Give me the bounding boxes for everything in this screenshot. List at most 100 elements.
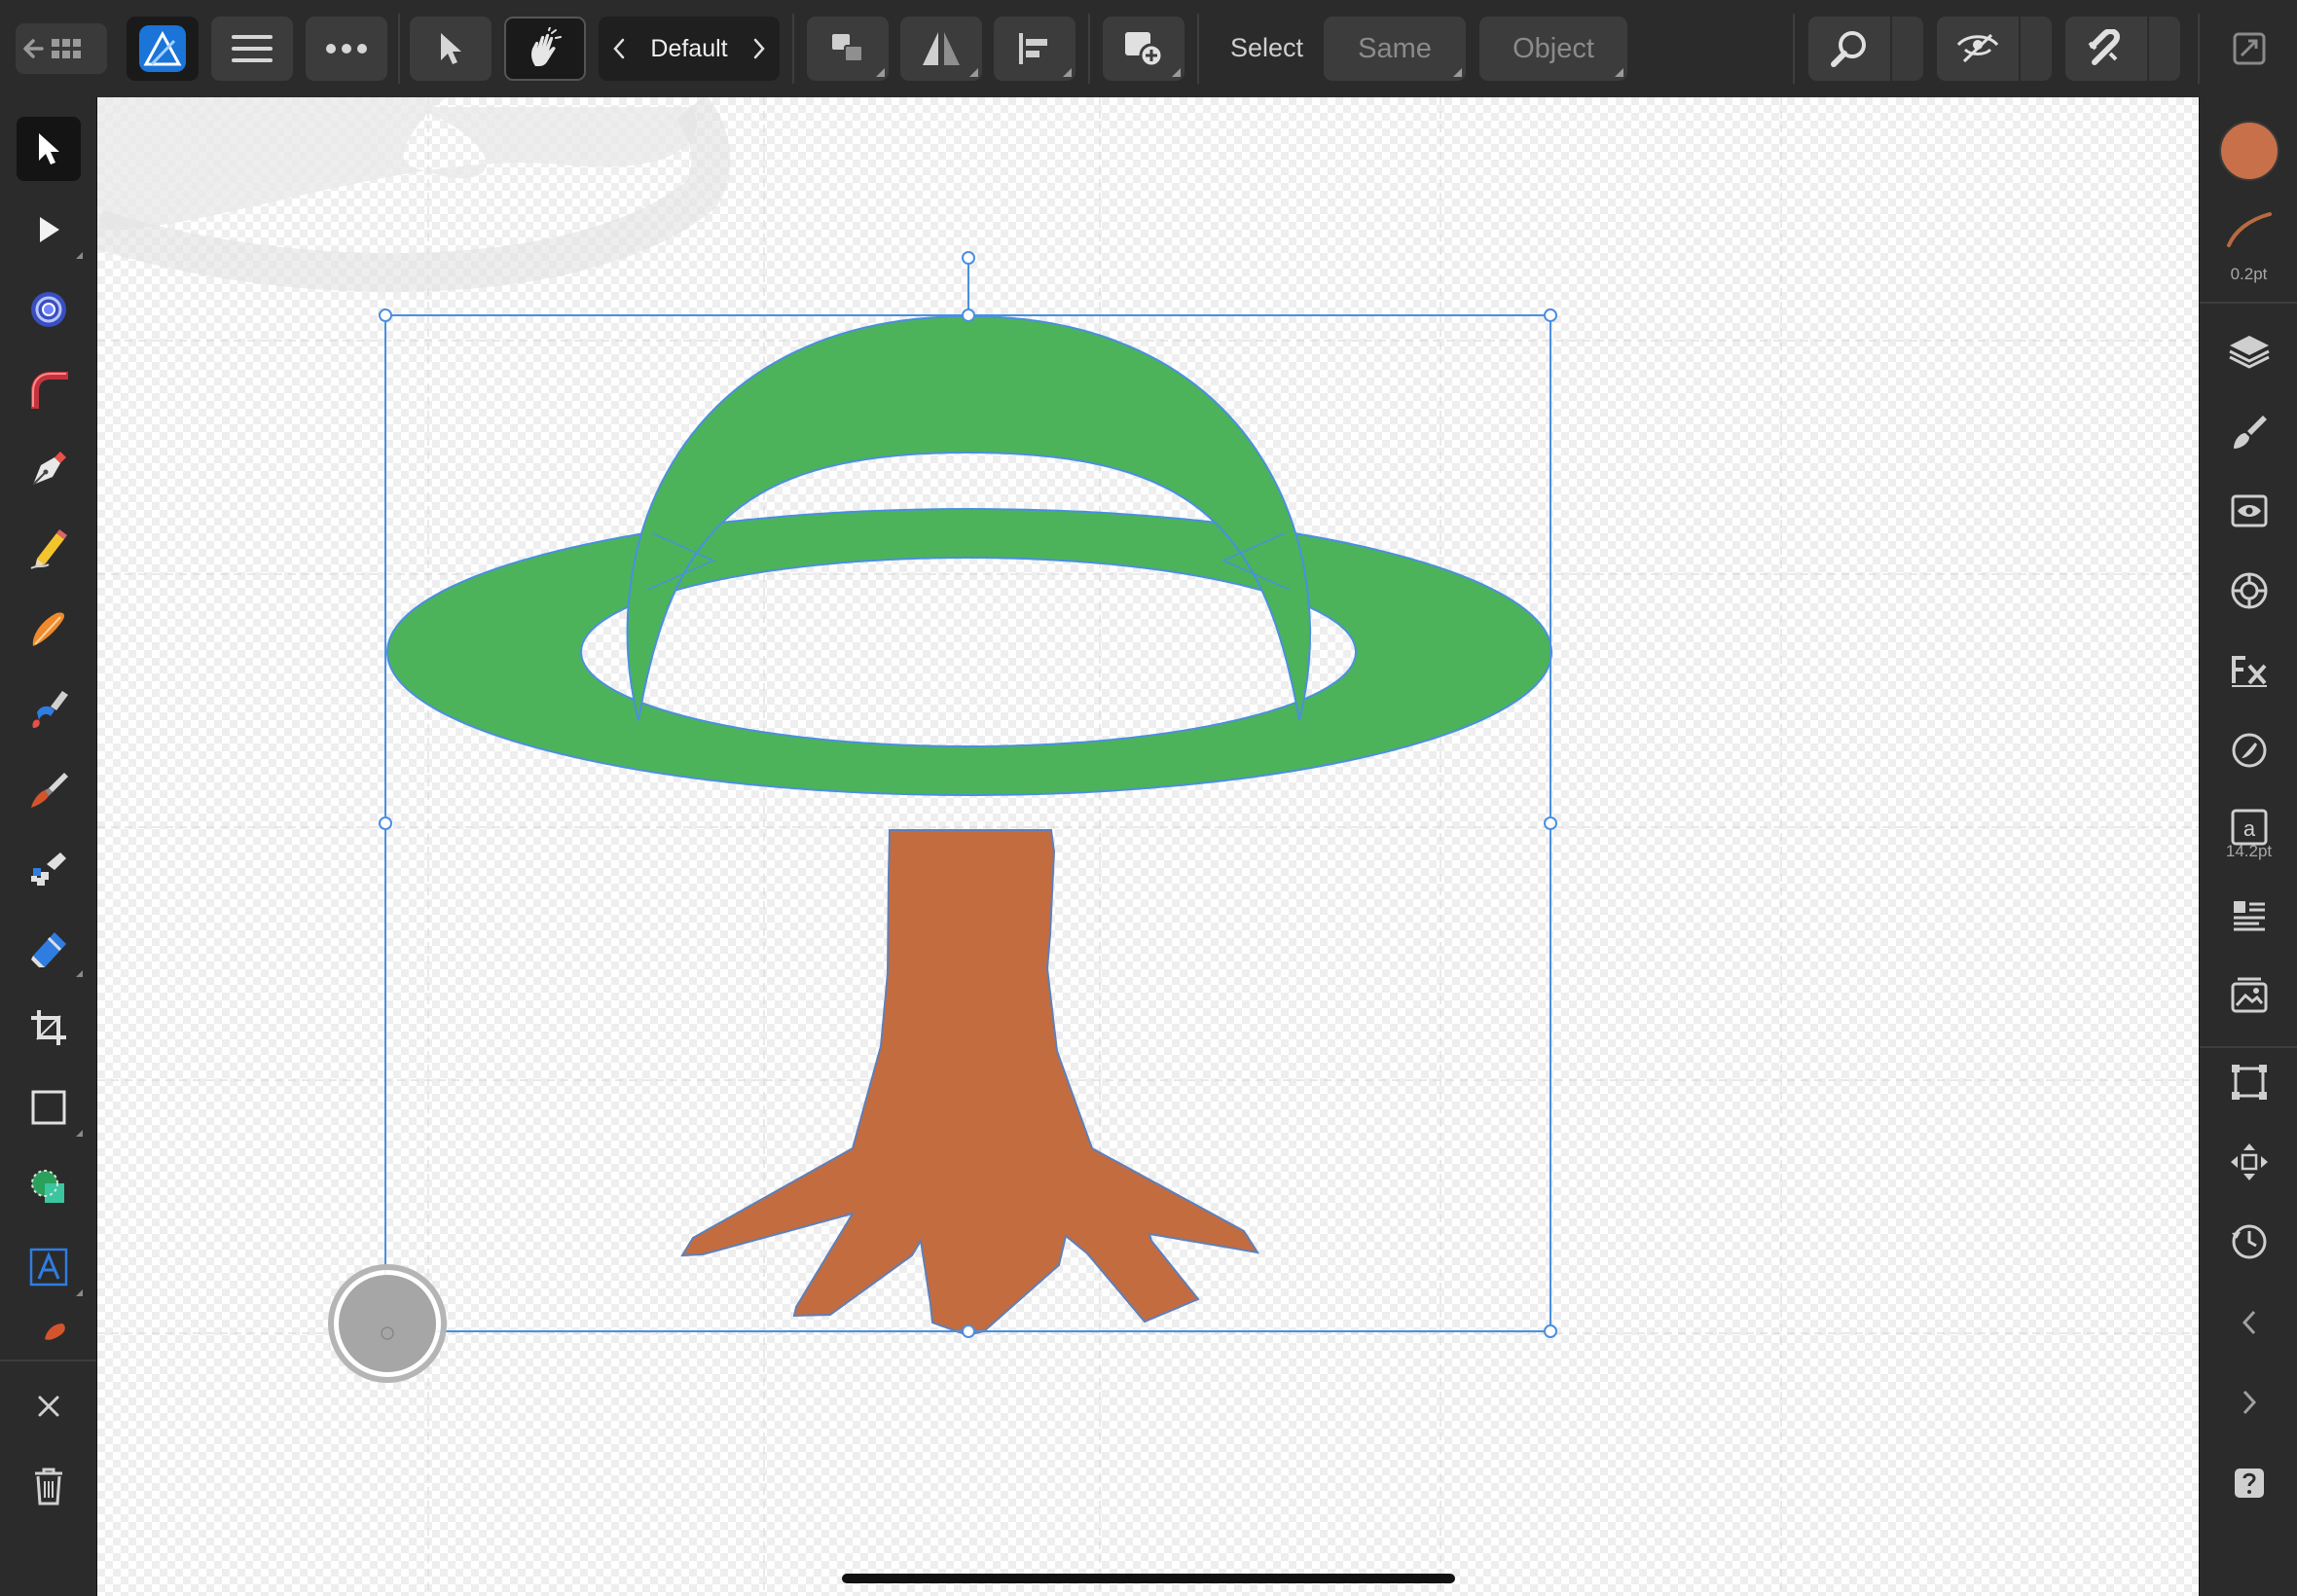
toolbar-separator <box>1197 14 1199 84</box>
crop-tool[interactable] <box>17 996 81 1060</box>
chevron-left-icon[interactable] <box>612 38 626 59</box>
ghost-shape <box>97 97 697 230</box>
arrange-button[interactable] <box>807 17 889 81</box>
cursor-arrow-icon <box>441 33 461 64</box>
select-same-button[interactable]: Same <box>1324 17 1466 81</box>
help-button[interactable] <box>2217 1456 2281 1510</box>
artistic-text-tool[interactable] <box>17 1235 83 1299</box>
assets-icon <box>2231 977 2268 1013</box>
fill-color-swatch[interactable] <box>2217 119 2281 183</box>
move-tool-icon <box>39 133 59 164</box>
tool-flyout-indicator <box>76 1130 83 1137</box>
green-ring[interactable] <box>385 508 1553 796</box>
artistic-text-icon <box>29 1248 68 1287</box>
toolbar-separator <box>1088 14 1090 84</box>
help-icon <box>2235 1469 2264 1498</box>
vector-brush-icon <box>32 612 64 646</box>
expand-studio-button[interactable] <box>2217 1375 2281 1430</box>
select-object-label: Object <box>1513 32 1594 64</box>
view-mode-options-button[interactable] <box>2019 17 2052 81</box>
view-mode-button[interactable] <box>1937 17 2019 81</box>
close-tool-button[interactable] <box>17 1374 81 1438</box>
color-icon <box>2231 572 2268 609</box>
align-button[interactable] <box>994 17 1076 81</box>
tool-flyout-indicator <box>76 970 83 977</box>
stroke-curve-icon <box>2227 212 2272 247</box>
paragraph-panel-button[interactable] <box>2217 889 2281 943</box>
corner-tool[interactable] <box>17 357 81 421</box>
close-icon <box>38 1396 59 1417</box>
chevron-right-icon[interactable] <box>752 38 766 59</box>
paragraph-icon <box>2234 901 2265 931</box>
pencil-tool[interactable] <box>17 517 81 581</box>
stroke-swatch[interactable] <box>2217 202 2281 257</box>
color-picker-tool[interactable] <box>17 1315 81 1344</box>
artwork-layer <box>97 97 2199 1596</box>
delete-button[interactable] <box>17 1454 81 1518</box>
flip-horizontal-icon <box>923 32 960 65</box>
collapse-studio-button[interactable] <box>2217 1295 2281 1350</box>
brushes-icon <box>2234 416 2267 449</box>
zoom-magnifier-icon <box>1831 31 1866 67</box>
pixel-brush-icon <box>31 852 66 886</box>
view-eye-icon <box>1956 33 1999 63</box>
zoom-button[interactable] <box>1808 17 1890 81</box>
snapping-button[interactable] <box>2065 17 2147 81</box>
select-object-button[interactable]: Object <box>1479 17 1627 81</box>
toolbar-separator <box>398 14 400 84</box>
back-to-gallery-button[interactable] <box>16 23 107 74</box>
paint-brush-tool[interactable] <box>17 756 81 820</box>
tools-panel <box>0 97 97 1596</box>
brushes-panel-button[interactable] <box>2217 404 2281 458</box>
navigator-panel-button[interactable] <box>2217 1135 2281 1189</box>
designer-persona-button[interactable] <box>127 17 199 81</box>
node-tool[interactable] <box>17 198 83 262</box>
tools-divider <box>0 1360 96 1361</box>
transform-panel-button[interactable] <box>2217 1055 2281 1109</box>
navigator-icon <box>2231 1143 2268 1180</box>
paint-brush-icon <box>31 773 68 808</box>
text-size-label: 14.2pt <box>2225 842 2273 860</box>
flip-button[interactable] <box>900 17 982 81</box>
back-grid-icon <box>23 39 81 58</box>
vector-brush-tool[interactable] <box>17 597 81 661</box>
fx-panel-button[interactable] <box>2217 643 2281 698</box>
pencil-tool-icon <box>30 529 67 569</box>
rectangle-tool-icon <box>31 1090 66 1125</box>
color-panel-button[interactable] <box>2217 563 2281 618</box>
layers-panel-button[interactable] <box>2217 324 2281 379</box>
appearance-panel-button[interactable] <box>2217 484 2281 538</box>
history-panel-button[interactable] <box>2217 1215 2281 1269</box>
arrange-icon <box>832 34 863 62</box>
corner-tool-icon <box>31 372 68 409</box>
top-toolbar: Default Select Same Object <box>0 0 2297 98</box>
document-menu-button[interactable] <box>211 17 293 81</box>
rectangle-tool[interactable] <box>17 1075 83 1140</box>
pixel-brush-tool[interactable] <box>17 836 81 900</box>
touch-anchor-handle[interactable] <box>328 1264 447 1383</box>
contour-tool[interactable] <box>17 277 81 342</box>
toolbar-separator <box>2198 14 2200 84</box>
brown-trunk[interactable] <box>680 829 1260 1337</box>
move-tool[interactable] <box>17 117 81 181</box>
snapping-options-button[interactable] <box>2147 17 2180 81</box>
designer-logo-icon <box>139 25 186 72</box>
fill-tool[interactable] <box>17 676 81 741</box>
fullscreen-button[interactable] <box>2227 17 2272 81</box>
persona-style-selector[interactable]: Default <box>599 17 780 81</box>
select-label: Select <box>1230 33 1304 62</box>
shape-builder-tool[interactable] <box>17 1155 81 1219</box>
more-options-button[interactable] <box>306 17 387 81</box>
assets-panel-button[interactable] <box>2217 968 2281 1023</box>
stroke-panel-button[interactable] <box>2217 723 2281 778</box>
eraser-tool[interactable] <box>17 916 83 980</box>
touch-modifier-button[interactable] <box>504 17 586 81</box>
pen-tool[interactable] <box>17 437 81 501</box>
insert-button[interactable] <box>1103 17 1185 81</box>
ellipsis-icon <box>326 44 367 54</box>
select-mode-button[interactable] <box>410 17 492 81</box>
zoom-options-button[interactable] <box>1890 17 1923 81</box>
chevron-right-icon <box>2242 1390 2257 1415</box>
studio-divider <box>2200 1046 2297 1048</box>
document-canvas[interactable] <box>97 97 2199 1596</box>
